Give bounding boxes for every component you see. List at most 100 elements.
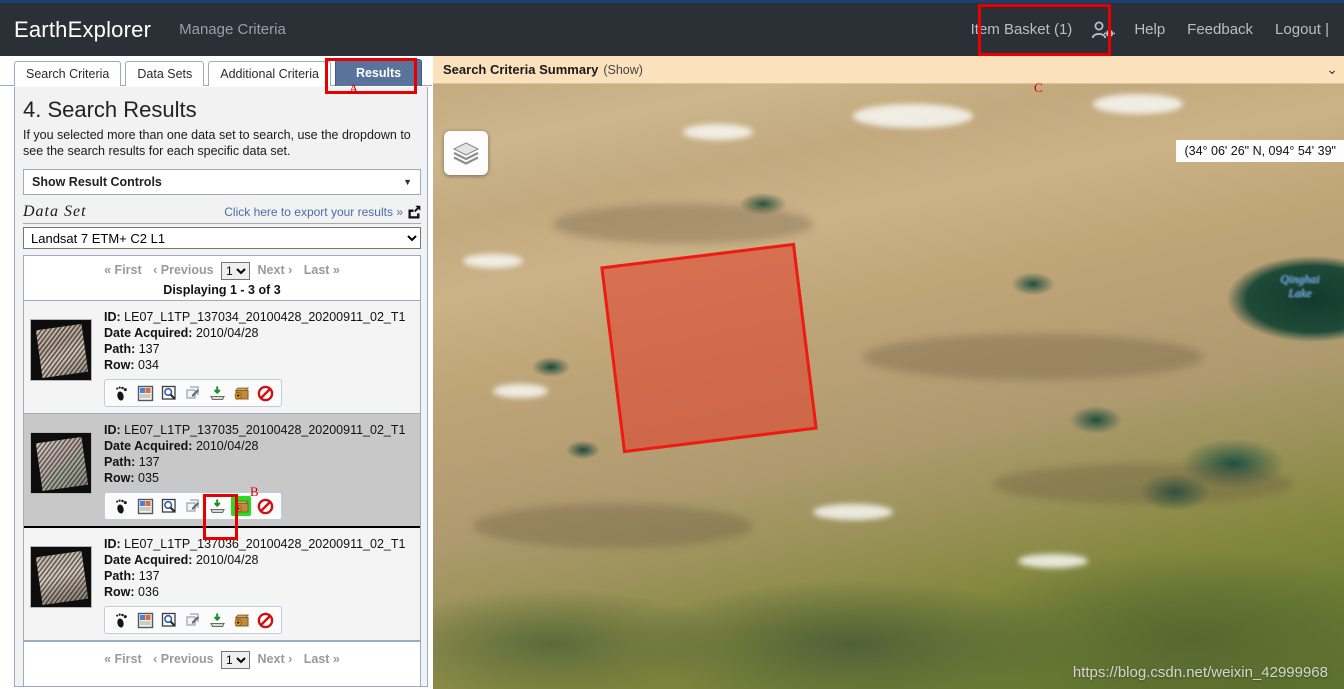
layers-icon[interactable]: [444, 131, 488, 175]
terrain-detail: [863, 334, 1203, 380]
scene-path-value: 137: [138, 342, 160, 356]
scene-row-value: 034: [138, 358, 159, 372]
show-footprint-icon[interactable]: [111, 383, 131, 403]
logout-link[interactable]: Logout |: [1264, 2, 1340, 58]
scene-action-bar: [104, 379, 282, 407]
scene-metadata: ID: LE07_L1TP_137034_20100428_20200911_0…: [92, 309, 405, 407]
terrain-detail: [1093, 94, 1183, 114]
result-item[interactable]: ID: LE07_L1TP_137036_20100428_20200911_0…: [24, 528, 420, 641]
scene-date-label: Date Acquired:: [104, 553, 193, 567]
scene-date-line: Date Acquired: 2010/04/28: [104, 438, 405, 454]
terrain-detail: [473, 504, 753, 548]
scene-id-line: ID: LE07_L1TP_137036_20100428_20200911_0…: [104, 536, 405, 552]
bulk-download-order-icon[interactable]: [231, 610, 251, 630]
download-options-icon[interactable]: [207, 610, 227, 630]
annotation-letter-c: C: [1034, 80, 1043, 95]
results-panel-body: 4. Search Results If you selected more t…: [14, 87, 428, 687]
scene-date-line: Date Acquired: 2010/04/28: [104, 325, 405, 341]
top-navigation-bar: EarthExplorer Manage Criteria Item Baske…: [0, 0, 1344, 56]
map-canvas[interactable]: Qinghai Lake (34° 06' 26" N, 094° 54' 39…: [433, 84, 1344, 689]
download-options-icon[interactable]: [207, 383, 227, 403]
tab-data-sets[interactable]: Data Sets: [125, 61, 205, 86]
pager-next[interactable]: Next ›: [258, 263, 293, 277]
compare-browse-icon[interactable]: [183, 496, 203, 516]
compare-browse-icon[interactable]: [183, 383, 203, 403]
scene-metadata: ID: LE07_L1TP_137036_20100428_20200911_0…: [92, 536, 405, 634]
show-metadata-icon[interactable]: [159, 496, 179, 516]
scene-date-label: Date Acquired:: [104, 326, 193, 340]
download-options-icon[interactable]: [207, 496, 227, 516]
tab-search-criteria[interactable]: Search Criteria: [14, 61, 122, 86]
pager-last[interactable]: Last »: [304, 263, 340, 277]
show-browse-overlay-icon[interactable]: [135, 383, 155, 403]
scene-footprint-polygon[interactable]: [600, 242, 818, 454]
scene-row-label: Row:: [104, 585, 135, 599]
scene-date-value: 2010/04/28: [195, 553, 259, 567]
scene-id-line: ID: LE07_L1TP_137035_20100428_20200911_0…: [104, 422, 405, 438]
item-basket-link[interactable]: Item Basket (1): [960, 2, 1084, 58]
show-browse-overlay-icon[interactable]: [135, 610, 155, 630]
tab-additional-criteria[interactable]: Additional Criteria: [208, 61, 331, 86]
watermark-text: https://blog.csdn.net/weixin_42999968: [1072, 664, 1328, 681]
show-footprint-icon[interactable]: [111, 610, 131, 630]
displaying-count: Displaying 1 - 3 of 3: [163, 283, 281, 297]
search-criteria-summary-bar: Search Criteria Summary (Show) ⌄: [433, 56, 1344, 84]
terrain-detail: [463, 254, 523, 268]
pager-page-select-bottom[interactable]: 1: [221, 651, 251, 669]
terrain-detail: [1018, 554, 1088, 568]
terrain-detail: [493, 384, 548, 398]
pager-page-select-top[interactable]: 1: [221, 262, 251, 280]
lake-label-line-2: Lake: [1288, 286, 1312, 300]
dataset-select[interactable]: Landsat 7 ETM+ C2 L1: [23, 227, 421, 249]
pager-previous[interactable]: ‹ Previous: [153, 652, 213, 666]
scene-thumbnail[interactable]: [30, 546, 92, 608]
annotation-letter-a: A: [349, 81, 359, 96]
scene-thumbnail[interactable]: [30, 432, 92, 494]
exclude-scene-icon[interactable]: [255, 610, 275, 630]
scene-action-bar: [104, 606, 282, 634]
scene-date-line: Date Acquired: 2010/04/28: [104, 552, 405, 568]
annotation-letter-b: B: [250, 484, 259, 499]
scene-row-label: Row:: [104, 358, 135, 372]
map-area[interactable]: Search Criteria Summary (Show) ⌄ Qinghai: [433, 56, 1344, 689]
manage-criteria-link[interactable]: Manage Criteria: [151, 21, 286, 38]
chevron-down-icon[interactable]: ⌄: [1326, 61, 1344, 78]
map-coordinates-readout: (34° 06' 26" N, 094° 54' 39": [1176, 140, 1344, 162]
compare-browse-icon[interactable]: [183, 610, 203, 630]
help-link[interactable]: Help: [1123, 2, 1176, 58]
pager-first[interactable]: « First: [104, 652, 142, 666]
feedback-link[interactable]: Feedback: [1176, 2, 1264, 58]
tab-results[interactable]: Results: [334, 59, 423, 86]
scene-thumbnail[interactable]: [30, 319, 92, 381]
person-gear-icon[interactable]: [1083, 20, 1123, 40]
result-item[interactable]: ID: LE07_L1TP_137035_20100428_20200911_0…: [24, 414, 420, 528]
show-footprint-icon[interactable]: [111, 496, 131, 516]
pager-previous[interactable]: ‹ Previous: [153, 263, 213, 277]
panel-tabs: Search Criteria Data Sets Additional Cri…: [0, 56, 432, 86]
result-item[interactable]: ID: LE07_L1TP_137034_20100428_20200911_0…: [24, 301, 420, 414]
lake-label-line-1: Qinghai: [1280, 272, 1320, 286]
pager-last[interactable]: Last »: [304, 652, 340, 666]
search-results-panel: Search Criteria Data Sets Additional Cri…: [0, 56, 432, 689]
scene-path-label: Path:: [104, 342, 136, 356]
scene-id-label: ID:: [104, 423, 121, 437]
show-metadata-icon[interactable]: [159, 383, 179, 403]
scene-thumbnail-image: [35, 437, 89, 491]
scene-path-label: Path:: [104, 455, 136, 469]
show-metadata-icon[interactable]: [159, 610, 179, 630]
show-browse-overlay-icon[interactable]: [135, 496, 155, 516]
scene-id-label: ID:: [104, 537, 121, 551]
export-results-link[interactable]: Click here to export your results »: [224, 205, 421, 219]
results-description: If you selected more than one data set t…: [23, 128, 411, 158]
pager-next[interactable]: Next ›: [258, 652, 293, 666]
scene-date-value: 2010/04/28: [195, 439, 259, 453]
bulk-download-order-icon[interactable]: [231, 383, 251, 403]
search-criteria-summary-show-link[interactable]: (Show): [603, 63, 643, 77]
app-brand: EarthExplorer: [14, 16, 152, 42]
pager-first[interactable]: « First: [104, 263, 142, 277]
bulk-download-order-icon[interactable]: [231, 496, 251, 516]
dataset-header-row: Data Set Click here to export your resul…: [23, 203, 421, 224]
show-result-controls-button[interactable]: Show Result Controls ▼: [23, 169, 421, 195]
scene-id-label: ID:: [104, 310, 121, 324]
exclude-scene-icon[interactable]: [255, 383, 275, 403]
